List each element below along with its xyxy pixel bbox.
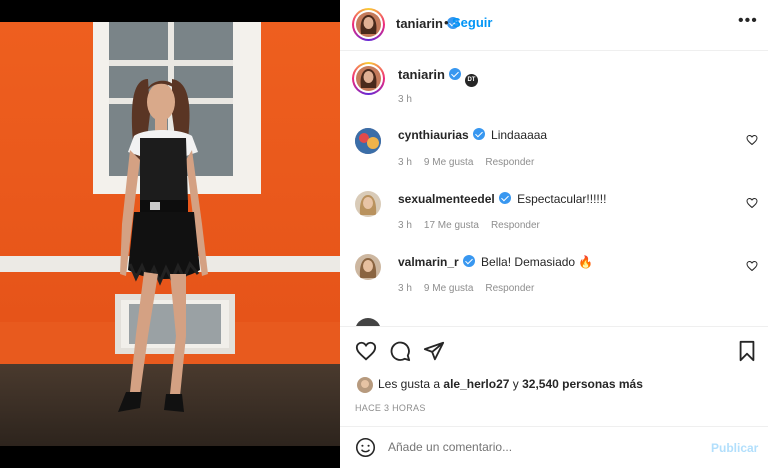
comment-username[interactable]: valmarin_r bbox=[398, 255, 459, 269]
post-header: taniarin • Seguir ••• bbox=[340, 0, 768, 51]
comment-meta: 3 h 9 Me gusta Responder bbox=[398, 283, 546, 294]
avatar-photo-icon bbox=[355, 254, 381, 280]
comment-text: Lindaaaaa bbox=[491, 128, 548, 142]
comment-avatar[interactable] bbox=[355, 191, 381, 217]
save-bookmark-icon[interactable] bbox=[737, 340, 757, 362]
comment-meta: 3 h 9 Me gusta Responder bbox=[398, 157, 546, 168]
like-icon[interactable] bbox=[355, 340, 377, 362]
avatar-photo-icon bbox=[356, 12, 381, 37]
reply-button[interactable]: Responder bbox=[485, 283, 534, 294]
comment-username[interactable]: sexualmenteedel bbox=[398, 192, 495, 206]
publish-button[interactable]: Publicar bbox=[711, 441, 758, 455]
comment-line: cynthiaurias Lindaaaaa bbox=[398, 128, 547, 142]
avatar-photo-icon bbox=[355, 191, 381, 217]
comment-icon[interactable] bbox=[389, 340, 411, 362]
comment-username[interactable]: cynthiaurias bbox=[398, 128, 469, 142]
avatar-photo-icon bbox=[355, 128, 381, 154]
more-options-icon[interactable]: ••• bbox=[738, 12, 758, 30]
author-avatar[interactable] bbox=[352, 8, 385, 41]
comment-text: Espectacular!!!!!! bbox=[517, 192, 607, 206]
comment-avatar[interactable] bbox=[355, 254, 381, 280]
caption-time: 3 h bbox=[398, 94, 412, 105]
caption-badge-icon: DT bbox=[464, 74, 478, 87]
instagram-post-modal: taniarin • Seguir ••• taniarin DT 3 h cy… bbox=[0, 0, 768, 468]
caption-username[interactable]: taniarin DT bbox=[398, 67, 478, 87]
emoji-icon[interactable] bbox=[355, 437, 376, 458]
comment-text: Bella! Demasiado 🔥 bbox=[481, 255, 594, 269]
post-actions: Les gusta a ale_herlo27 y 32,540 persona… bbox=[340, 326, 768, 426]
post-photo bbox=[0, 22, 340, 446]
comment-time: 3 h bbox=[398, 283, 412, 294]
comment-time: 3 h bbox=[398, 220, 412, 231]
add-comment-bar: Publicar bbox=[340, 426, 768, 468]
comment-likes[interactable]: 17 Me gusta bbox=[424, 220, 479, 231]
photo-person bbox=[118, 79, 208, 412]
author-username[interactable]: taniarin bbox=[396, 16, 459, 31]
avatar-photo-icon bbox=[357, 377, 373, 393]
reply-button[interactable]: Responder bbox=[491, 220, 540, 231]
verified-badge-icon bbox=[462, 255, 475, 267]
liker-avatar[interactable] bbox=[357, 377, 373, 393]
liker-username[interactable]: ale_herlo27 bbox=[443, 377, 509, 391]
caption-avatar[interactable] bbox=[352, 62, 385, 95]
comment-line: valmarin_r Bella! Demasiado 🔥 bbox=[398, 255, 593, 269]
like-comment-icon[interactable] bbox=[746, 197, 758, 209]
likes-count[interactable]: 32,540 personas más bbox=[522, 377, 643, 391]
reply-button[interactable]: Responder bbox=[485, 157, 534, 168]
verified-badge-icon bbox=[472, 128, 485, 140]
follow-button[interactable]: Seguir bbox=[452, 15, 492, 30]
avatar-photo-icon bbox=[356, 66, 381, 91]
like-comment-icon[interactable] bbox=[746, 260, 758, 272]
verified-badge-icon bbox=[448, 68, 461, 80]
comment-time: 3 h bbox=[398, 157, 412, 168]
comment-avatar[interactable] bbox=[355, 128, 381, 154]
share-icon[interactable] bbox=[423, 340, 445, 362]
comment-likes[interactable]: 9 Me gusta bbox=[424, 157, 473, 168]
comment-likes[interactable]: 9 Me gusta bbox=[424, 283, 473, 294]
like-comment-icon[interactable] bbox=[746, 134, 758, 146]
comment-meta: 3 h 17 Me gusta Responder bbox=[398, 220, 552, 231]
verified-badge-icon bbox=[498, 192, 511, 204]
post-timestamp: HACE 3 HORAS bbox=[355, 403, 426, 413]
header-separator: • bbox=[444, 15, 449, 30]
likes-summary: Les gusta a ale_herlo27 y 32,540 persona… bbox=[378, 377, 643, 391]
comments-list: taniarin DT 3 h cynthiaurias Lindaaaaa 3 … bbox=[340, 52, 768, 326]
comment-avatar[interactable] bbox=[355, 318, 381, 326]
comment-line: sexualmenteedel Espectacular!!!!!! bbox=[398, 192, 606, 206]
comment-input[interactable] bbox=[388, 440, 698, 454]
post-details-panel: taniarin • Seguir ••• taniarin DT 3 h cy… bbox=[340, 0, 768, 468]
